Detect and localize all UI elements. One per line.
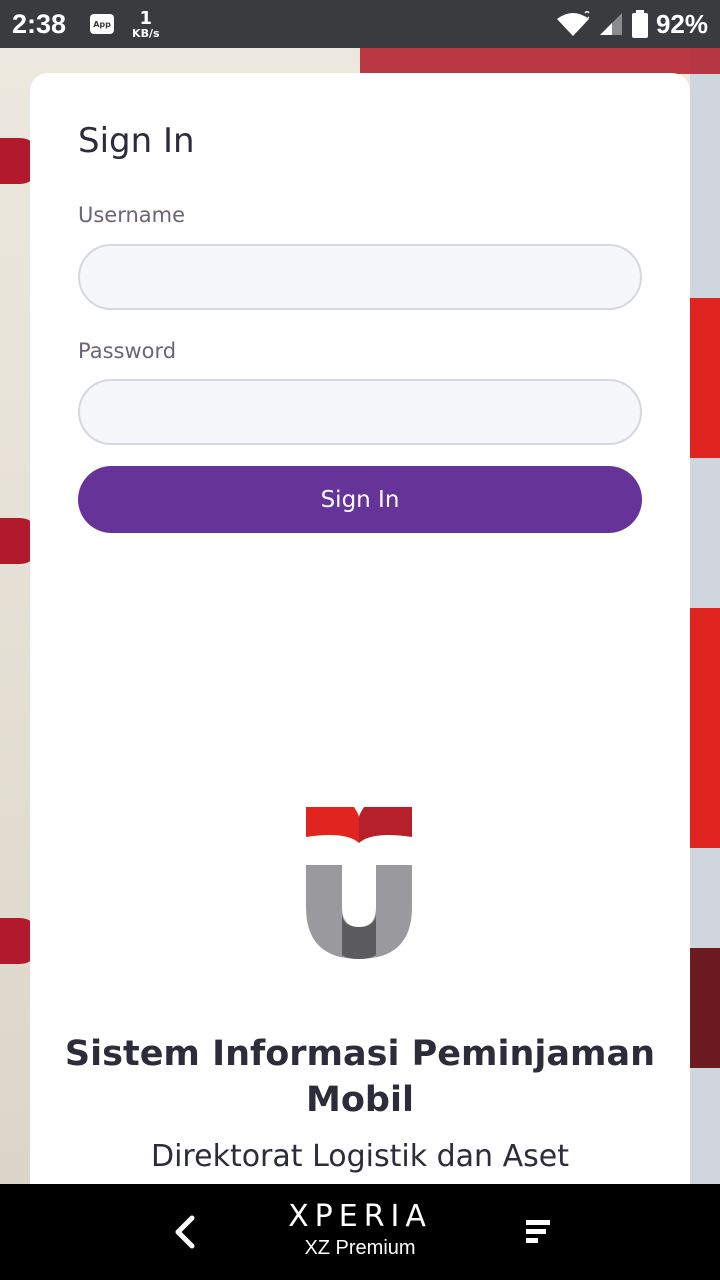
sign-in-card: Sign In Username Password Sign In Sistem… xyxy=(30,73,690,1184)
app-subtitle: Direktorat Logistik dan Aset xyxy=(151,1139,569,1174)
battery-percent: 92% xyxy=(655,8,708,39)
system-nav-bar: XPERIA XZ Premium xyxy=(0,1184,720,1280)
wifi-icon xyxy=(556,11,590,36)
network-speed: 1 KB/s xyxy=(132,7,160,40)
password-label: Password xyxy=(78,339,177,363)
username-label: Username xyxy=(78,203,186,227)
recent-apps-icon[interactable] xyxy=(522,1218,552,1246)
university-logo xyxy=(306,807,412,959)
app-notification-icon: App xyxy=(90,14,115,34)
status-time: 2:38 xyxy=(12,8,67,39)
sign-in-button[interactable]: Sign In xyxy=(78,466,642,533)
page-title: Sign In xyxy=(78,121,195,161)
battery-icon xyxy=(631,10,648,38)
app-title: Sistem Informasi Peminjaman Mobil xyxy=(64,1034,656,1120)
username-input[interactable] xyxy=(78,244,642,310)
status-bar: 2:38 App 1 KB/s 92% xyxy=(0,0,720,48)
device-brand: XPERIA XZ Premium xyxy=(288,1199,432,1259)
password-input[interactable] xyxy=(78,379,642,445)
cell-signal-icon xyxy=(599,13,622,35)
